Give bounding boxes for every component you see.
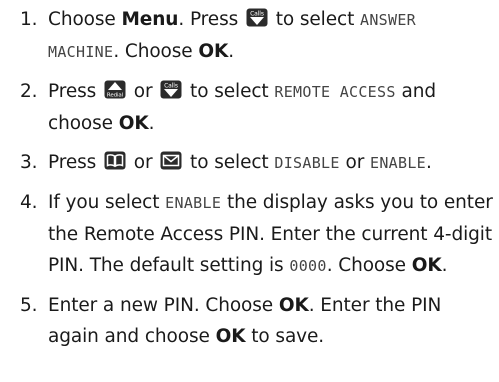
- redial-up-key-icon: Redial: [104, 80, 126, 99]
- svg-text:Calls: Calls: [164, 83, 178, 90]
- svg-text:Calls: Calls: [250, 11, 264, 18]
- step-text: If you select ENABLE the display asks yo…: [48, 192, 493, 276]
- step-3: 3. Press or to select DISABLE or ENABLE.: [20, 147, 493, 179]
- step-number: 3.: [20, 152, 38, 173]
- step-4: 4. If you select ENABLE the display asks…: [20, 187, 493, 282]
- step-text: Choose Menu. Press Calls to select ANSWE…: [48, 8, 417, 62]
- ok-key-label: OK: [278, 295, 309, 316]
- step-5: 5. Enter a new PIN. Choose OK. Enter the…: [20, 290, 493, 352]
- step-text: Press or to select DISABLE or ENABLE.: [48, 151, 432, 173]
- calls-down-key-icon: Calls: [246, 8, 268, 27]
- step-number: 4.: [20, 192, 38, 213]
- step-text: Press Redial or Calls to select REMOTE A…: [48, 80, 436, 134]
- ok-key-label: OK: [118, 113, 149, 134]
- step-text: Enter a new PIN. Choose OK. Enter the PI…: [48, 295, 442, 347]
- steps-list: 1. Choose Menu. Press Calls to select AN…: [20, 4, 493, 352]
- step-2: 2. Press Redial or Calls to select REMOT…: [20, 76, 493, 139]
- step-number: 1.: [20, 9, 38, 30]
- display-text: 0000: [289, 257, 327, 275]
- phonebook-key-icon: [104, 151, 126, 170]
- display-text: DISABLE: [274, 154, 340, 172]
- menu-key-label: Menu: [121, 9, 179, 30]
- step-number: 2.: [20, 81, 38, 102]
- display-text: ENABLE: [165, 194, 222, 212]
- svg-text:Redial: Redial: [107, 93, 124, 99]
- calls-down-key-icon: Calls: [160, 80, 182, 99]
- step-number: 5.: [20, 295, 38, 316]
- ok-key-label: OK: [198, 41, 229, 62]
- ok-key-label: OK: [411, 255, 442, 276]
- display-text: REMOTE ACCESS: [274, 83, 396, 101]
- ok-key-label: OK: [215, 326, 246, 347]
- display-text: ENABLE: [370, 154, 426, 172]
- step-1: 1. Choose Menu. Press Calls to select AN…: [20, 4, 493, 68]
- instruction-page: 1. Choose Menu. Press Calls to select AN…: [0, 0, 499, 382]
- message-envelope-key-icon: [160, 151, 182, 170]
